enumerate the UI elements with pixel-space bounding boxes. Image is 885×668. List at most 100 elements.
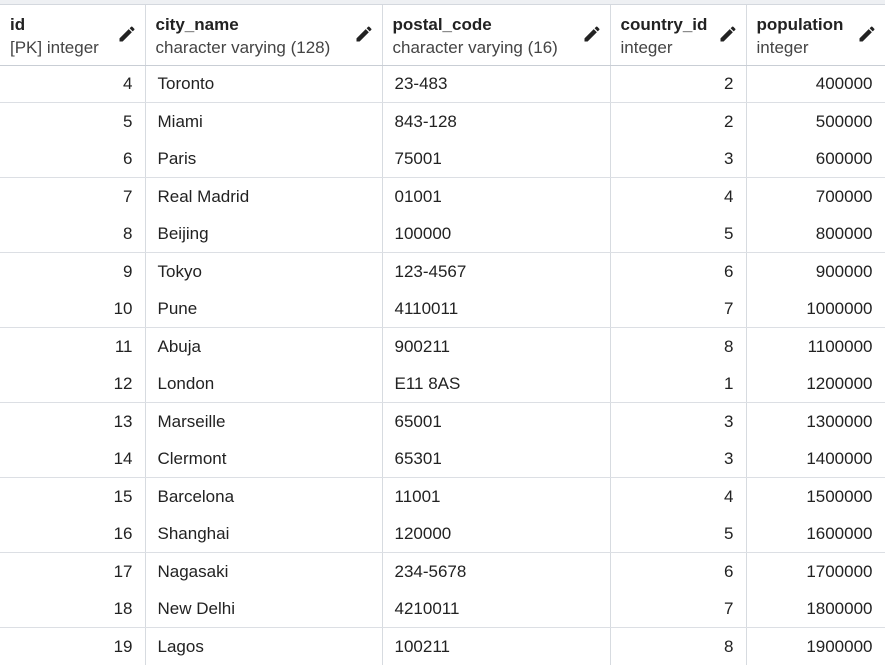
cell-postal-code[interactable]: 4110011 bbox=[382, 290, 611, 328]
cell-city-name[interactable]: Miami bbox=[145, 102, 383, 140]
cell-population[interactable]: 600000 bbox=[746, 140, 885, 178]
cell-postal-code[interactable]: 4210011 bbox=[382, 590, 611, 628]
cell-population[interactable]: 800000 bbox=[746, 215, 885, 253]
cell-city-name[interactable]: Lagos bbox=[145, 627, 383, 665]
cell-id[interactable]: 16 bbox=[0, 515, 146, 553]
cell-postal-code[interactable]: 01001 bbox=[382, 177, 611, 215]
cell-postal-code[interactable]: 123-4567 bbox=[382, 252, 611, 290]
table-row[interactable]: 10 Pune 4110011 7 1000000 bbox=[0, 290, 885, 328]
table-row[interactable]: 5 Miami 843-128 2 500000 bbox=[0, 102, 885, 140]
cell-postal-code[interactable]: 75001 bbox=[382, 140, 611, 178]
cell-id[interactable]: 6 bbox=[0, 140, 146, 178]
cell-population[interactable]: 900000 bbox=[746, 252, 885, 290]
cell-city-name[interactable]: Pune bbox=[145, 290, 383, 328]
table-row[interactable]: 8 Beijing 100000 5 800000 bbox=[0, 215, 885, 253]
column-header-postal-code[interactable]: postal_code character varying (16) bbox=[382, 5, 611, 66]
column-header-population[interactable]: population integer bbox=[746, 5, 885, 66]
cell-country-id[interactable]: 4 bbox=[610, 177, 747, 215]
table-row[interactable]: 15 Barcelona 11001 4 1500000 bbox=[0, 477, 885, 515]
cell-postal-code[interactable]: 11001 bbox=[382, 477, 611, 515]
pencil-icon[interactable] bbox=[718, 24, 738, 44]
table-row[interactable]: 19 Lagos 100211 8 1900000 bbox=[0, 627, 885, 665]
cell-country-id[interactable]: 1 bbox=[610, 365, 747, 403]
cell-population[interactable]: 1900000 bbox=[746, 627, 885, 665]
table-row[interactable]: 17 Nagasaki 234-5678 6 1700000 bbox=[0, 552, 885, 590]
pencil-icon[interactable] bbox=[857, 24, 877, 44]
table-row[interactable]: 12 London E11 8AS 1 1200000 bbox=[0, 365, 885, 403]
cell-id[interactable]: 8 bbox=[0, 215, 146, 253]
cell-population[interactable]: 1100000 bbox=[746, 327, 885, 365]
pencil-icon[interactable] bbox=[354, 24, 374, 44]
cell-city-name[interactable]: Marseille bbox=[145, 402, 383, 440]
cell-id[interactable]: 11 bbox=[0, 327, 146, 365]
cell-postal-code[interactable]: 100000 bbox=[382, 215, 611, 253]
pencil-icon[interactable] bbox=[117, 24, 137, 44]
table-row[interactable]: 4 Toronto 23-483 2 400000 bbox=[0, 65, 885, 103]
cell-country-id[interactable]: 6 bbox=[610, 252, 747, 290]
cell-population[interactable]: 1400000 bbox=[746, 440, 885, 478]
cell-city-name[interactable]: Abuja bbox=[145, 327, 383, 365]
cell-postal-code[interactable]: 23-483 bbox=[382, 65, 611, 103]
cell-city-name[interactable]: Real Madrid bbox=[145, 177, 383, 215]
cell-country-id[interactable]: 8 bbox=[610, 627, 747, 665]
cell-id[interactable]: 19 bbox=[0, 627, 146, 665]
cell-city-name[interactable]: Toronto bbox=[145, 65, 383, 103]
cell-postal-code[interactable]: 100211 bbox=[382, 627, 611, 665]
column-header-city-name[interactable]: city_name character varying (128) bbox=[145, 5, 383, 66]
cell-population[interactable]: 400000 bbox=[746, 65, 885, 103]
cell-id[interactable]: 14 bbox=[0, 440, 146, 478]
cell-country-id[interactable]: 3 bbox=[610, 440, 747, 478]
cell-country-id[interactable]: 3 bbox=[610, 140, 747, 178]
cell-country-id[interactable]: 6 bbox=[610, 552, 747, 590]
cell-population[interactable]: 1000000 bbox=[746, 290, 885, 328]
cell-city-name[interactable]: Paris bbox=[145, 140, 383, 178]
cell-country-id[interactable]: 7 bbox=[610, 590, 747, 628]
cell-id[interactable]: 17 bbox=[0, 552, 146, 590]
table-row[interactable]: 16 Shanghai 120000 5 1600000 bbox=[0, 515, 885, 553]
pencil-icon[interactable] bbox=[582, 24, 602, 44]
table-row[interactable]: 13 Marseille 65001 3 1300000 bbox=[0, 402, 885, 440]
cell-country-id[interactable]: 2 bbox=[610, 102, 747, 140]
cell-country-id[interactable]: 8 bbox=[610, 327, 747, 365]
cell-population[interactable]: 1500000 bbox=[746, 477, 885, 515]
cell-id[interactable]: 12 bbox=[0, 365, 146, 403]
table-row[interactable]: 18 New Delhi 4210011 7 1800000 bbox=[0, 590, 885, 628]
table-row[interactable]: 6 Paris 75001 3 600000 bbox=[0, 140, 885, 178]
cell-postal-code[interactable]: 234-5678 bbox=[382, 552, 611, 590]
cell-city-name[interactable]: Nagasaki bbox=[145, 552, 383, 590]
cell-country-id[interactable]: 2 bbox=[610, 65, 747, 103]
cell-population[interactable]: 700000 bbox=[746, 177, 885, 215]
cell-id[interactable]: 4 bbox=[0, 65, 146, 103]
cell-population[interactable]: 1800000 bbox=[746, 590, 885, 628]
cell-postal-code[interactable]: 900211 bbox=[382, 327, 611, 365]
cell-id[interactable]: 5 bbox=[0, 102, 146, 140]
cell-country-id[interactable]: 7 bbox=[610, 290, 747, 328]
cell-population[interactable]: 1300000 bbox=[746, 402, 885, 440]
cell-postal-code[interactable]: 65001 bbox=[382, 402, 611, 440]
cell-postal-code[interactable]: 843-128 bbox=[382, 102, 611, 140]
cell-postal-code[interactable]: E11 8AS bbox=[382, 365, 611, 403]
cell-city-name[interactable]: London bbox=[145, 365, 383, 403]
cell-population[interactable]: 500000 bbox=[746, 102, 885, 140]
table-row[interactable]: 14 Clermont 65301 3 1400000 bbox=[0, 440, 885, 478]
cell-population[interactable]: 1700000 bbox=[746, 552, 885, 590]
cell-id[interactable]: 10 bbox=[0, 290, 146, 328]
column-header-country-id[interactable]: country_id integer bbox=[610, 5, 747, 66]
cell-city-name[interactable]: New Delhi bbox=[145, 590, 383, 628]
table-row[interactable]: 11 Abuja 900211 8 1100000 bbox=[0, 327, 885, 365]
table-row[interactable]: 7 Real Madrid 01001 4 700000 bbox=[0, 177, 885, 215]
cell-country-id[interactable]: 3 bbox=[610, 402, 747, 440]
cell-country-id[interactable]: 5 bbox=[610, 215, 747, 253]
cell-city-name[interactable]: Clermont bbox=[145, 440, 383, 478]
cell-city-name[interactable]: Tokyo bbox=[145, 252, 383, 290]
cell-country-id[interactable]: 5 bbox=[610, 515, 747, 553]
cell-city-name[interactable]: Barcelona bbox=[145, 477, 383, 515]
column-header-id[interactable]: id [PK] integer bbox=[0, 5, 146, 66]
cell-id[interactable]: 13 bbox=[0, 402, 146, 440]
cell-postal-code[interactable]: 65301 bbox=[382, 440, 611, 478]
cell-postal-code[interactable]: 120000 bbox=[382, 515, 611, 553]
cell-population[interactable]: 1200000 bbox=[746, 365, 885, 403]
cell-id[interactable]: 9 bbox=[0, 252, 146, 290]
cell-country-id[interactable]: 4 bbox=[610, 477, 747, 515]
cell-id[interactable]: 15 bbox=[0, 477, 146, 515]
